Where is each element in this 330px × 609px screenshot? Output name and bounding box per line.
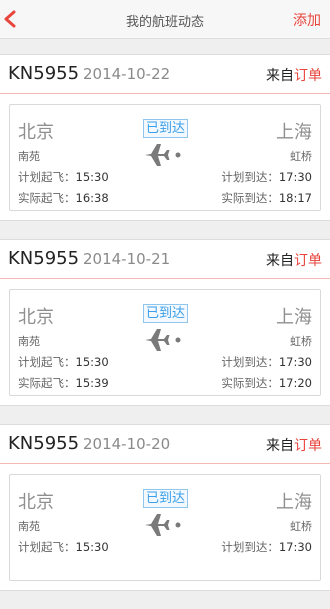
add-button[interactable]: 添加 (293, 10, 321, 30)
flight-number: KN5955 (8, 248, 80, 269)
flight-number: KN5955 (8, 433, 80, 454)
departure-city: 北京 (18, 122, 54, 143)
source-prefix: 来自 (266, 68, 294, 84)
departure-city: 北京 (18, 307, 54, 328)
airplane-icon (145, 144, 181, 166)
arrival-airport: 虹桥 (290, 335, 312, 348)
source-prefix: 来自 (266, 253, 294, 269)
scheduled-arrival: 计划到达：17:30 (221, 540, 312, 554)
nav-bar: 我的航班动态 添加 (0, 0, 330, 39)
flight-card-header: KN5955 2014-10-21 来自订单 (0, 240, 330, 279)
status-badge: 已到达 (143, 119, 189, 138)
airplane-icon (145, 514, 181, 536)
status-badge: 已到达 (143, 304, 189, 323)
airplane-icon (145, 329, 181, 351)
arrival-city: 上海 (276, 492, 312, 513)
order-link[interactable]: 订单 (294, 253, 322, 269)
actual-departure: 实际起飞：16:38 (18, 191, 109, 205)
scheduled-arrival: 计划到达：17:30 (221, 355, 312, 369)
source-label: 来自订单 (266, 435, 322, 455)
order-link[interactable]: 订单 (294, 438, 322, 454)
flight-date: 2014-10-21 (83, 250, 171, 268)
scheduled-departure: 计划起飞：15:30 (18, 540, 109, 554)
arrival-city: 上海 (276, 122, 312, 143)
departure-city: 北京 (18, 492, 54, 513)
flight-list: KN5955 2014-10-22 来自订单 北京 上海 已到达 南苑 虹桥 计… (0, 54, 330, 609)
actual-arrival: 实际到达：18:17 (221, 191, 312, 205)
source-prefix: 来自 (266, 438, 294, 454)
flight-date: 2014-10-22 (83, 65, 171, 83)
arrival-airport: 虹桥 (290, 150, 312, 163)
page-title: 我的航班动态 (125, 15, 204, 30)
flight-card-header: KN5955 2014-10-22 来自订单 (0, 55, 330, 94)
source-label: 来自订单 (266, 65, 322, 85)
arrival-airport: 虹桥 (290, 520, 312, 533)
flight-card-header: KN5955 2014-10-20 来自订单 (0, 425, 330, 464)
flight-card: KN5955 2014-10-22 来自订单 北京 上海 已到达 南苑 虹桥 计… (0, 54, 330, 221)
scheduled-arrival: 计划到达：17:30 (221, 170, 312, 184)
flight-number: KN5955 (8, 63, 80, 84)
flight-info-box[interactable]: 北京 上海 已到达 南苑 虹桥 计划起飞：15:30 计划到达：17:30 (9, 474, 321, 581)
flight-card: KN5955 2014-10-20 来自订单 北京 上海 已到达 南苑 虹桥 计… (0, 424, 330, 591)
flight-card: KN5955 2014-10-21 来自订单 北京 上海 已到达 南苑 虹桥 计… (0, 239, 330, 406)
arrival-city: 上海 (276, 307, 312, 328)
source-label: 来自订单 (266, 250, 322, 270)
flight-info-box[interactable]: 北京 上海 已到达 南苑 虹桥 计划起飞：15:30 计划到达：17:30 实际… (9, 104, 321, 211)
scheduled-departure: 计划起飞：15:30 (18, 355, 109, 369)
departure-airport: 南苑 (18, 520, 40, 533)
departure-airport: 南苑 (18, 150, 40, 163)
scheduled-departure: 计划起飞：15:30 (18, 170, 109, 184)
status-badge: 已到达 (143, 489, 189, 508)
order-link[interactable]: 订单 (294, 68, 322, 84)
flight-date: 2014-10-20 (83, 435, 171, 453)
departure-airport: 南苑 (18, 335, 40, 348)
actual-arrival: 实际到达：17:20 (221, 376, 312, 390)
actual-departure: 实际起飞：15:39 (18, 376, 109, 390)
flight-info-box[interactable]: 北京 上海 已到达 南苑 虹桥 计划起飞：15:30 计划到达：17:30 实际… (9, 289, 321, 396)
